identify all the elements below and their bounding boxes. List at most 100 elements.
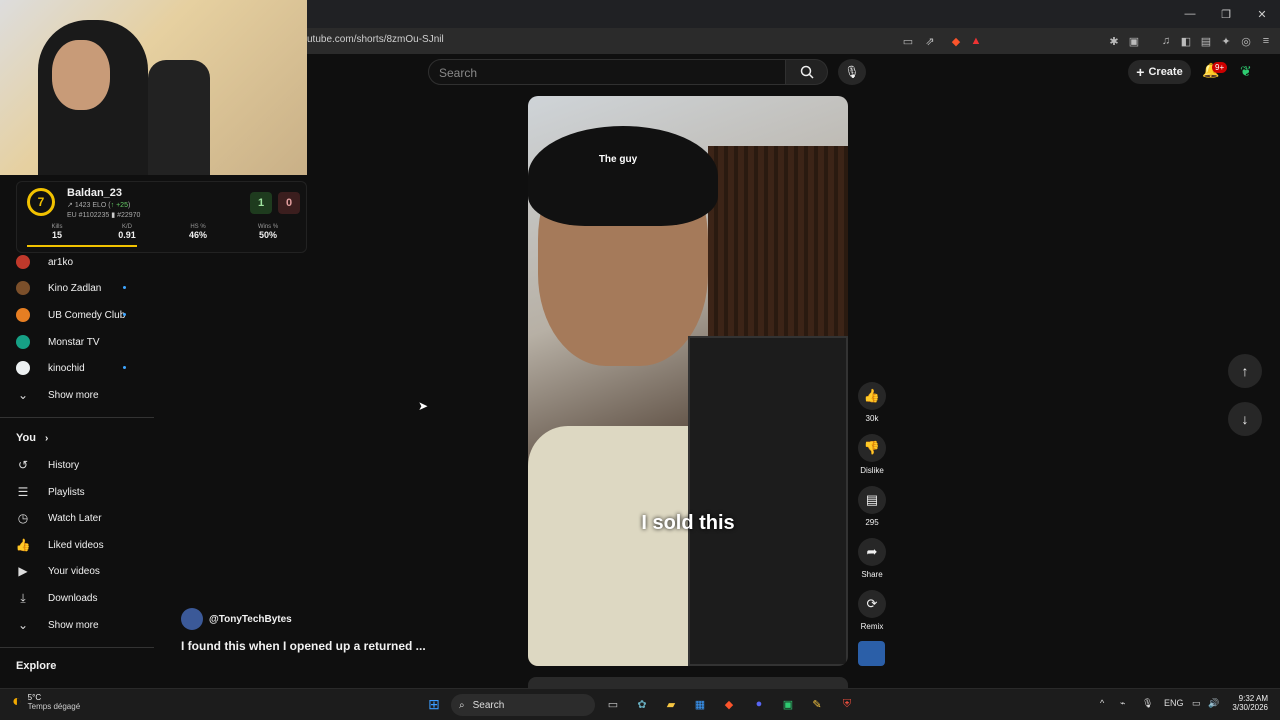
like-action[interactable]: 👍 30k (858, 382, 886, 423)
arrow-down-icon: ↓ (1241, 411, 1249, 427)
discord-icon[interactable]: ● (750, 695, 768, 713)
show-more-subscriptions[interactable]: ⌄ Show more (16, 385, 146, 405)
sidebar-item-label: Playlists (48, 486, 85, 498)
clock-date: 3/30/2026 (1232, 703, 1268, 712)
dislike-action[interactable]: 👎 Dislike (858, 434, 886, 475)
progress-underline (27, 245, 137, 247)
windows-taskbar: ◐ 5°C Temps dégagé ⊞ ⌕ Search ▭ ✿ ▰ ▦ ◆ … (0, 688, 1280, 720)
sidebar-toggle-icon[interactable]: ◧ (1178, 33, 1194, 49)
security-app-icon[interactable]: ⛨ (838, 695, 856, 713)
rewards-icon[interactable]: ▲ (968, 33, 984, 49)
mic-tray-icon[interactable]: 🎙 (1142, 698, 1153, 709)
stat-kills: Kills 15 (32, 224, 82, 240)
network-icon[interactable]: ⌁ (1120, 698, 1125, 709)
share-action[interactable]: ➦ Share (858, 538, 886, 579)
weather-widget[interactable]: ◐ 5°C Temps dégagé (12, 693, 80, 711)
close-icon[interactable]: ✕ (1244, 0, 1280, 28)
sidebar-subscription-ub-comedy-club[interactable]: UB Comedy Club (16, 305, 146, 325)
language-indicator[interactable]: ENG (1164, 698, 1184, 708)
vpn-icon[interactable]: ◎ (1238, 33, 1254, 49)
shorts-video-player[interactable]: The guy I sold this (528, 96, 848, 666)
brave-browser-icon[interactable]: ◆ (720, 695, 738, 713)
channel-link[interactable]: @TonyTechBytes (181, 608, 292, 630)
store-icon[interactable]: ▦ (691, 695, 709, 713)
explore-section-header: Explore (16, 660, 57, 672)
region-rank: EU #1102235 (67, 212, 110, 219)
wallet-icon[interactable]: ▤ (1198, 33, 1214, 49)
media-icon[interactable]: ♫ (1158, 33, 1174, 49)
stat-kd: K/D 0.91 (102, 224, 152, 240)
faceit-stats-overlay: 7 Baldan_23 ↗ 1423 ELO (↑ +25) EU #11022… (16, 181, 307, 253)
comment-count: 295 (865, 518, 879, 527)
search-input[interactable]: Search (428, 59, 786, 85)
share-page-icon[interactable]: ⇗ (922, 33, 938, 49)
elo-change: +25 (116, 202, 128, 209)
voice-search-button[interactable]: 🎙 (838, 59, 866, 85)
webcam-overlay (0, 0, 307, 175)
tray-chevron-up-icon[interactable]: ^ (1100, 698, 1104, 708)
motherboard (688, 336, 848, 666)
like-count: 30k (865, 414, 879, 423)
search-button[interactable] (786, 59, 828, 85)
share-icon[interactable]: ➦ (858, 538, 886, 566)
sidebar-subscription-monstar-tv[interactable]: Monstar TV (16, 332, 146, 352)
menu-icon[interactable]: ≡ (1258, 33, 1274, 49)
moon-weather-icon: ◐ (12, 693, 22, 710)
sidebar-subscription-kino-zadlan[interactable]: Kino Zadlan (16, 278, 146, 298)
remix-action[interactable]: ⟳ Remix (858, 590, 886, 631)
app-icon[interactable]: ▣ (779, 695, 797, 713)
country-rank: #22970 (117, 212, 141, 219)
minimize-icon[interactable]: — (1172, 0, 1208, 28)
stat-value: 50% (258, 230, 277, 240)
channel-name: @TonyTechBytes (209, 613, 292, 625)
subscription-label: ar1ko (48, 256, 74, 268)
system-clock[interactable]: 9:32 AM 3/30/2026 (1228, 694, 1268, 712)
sidebar-item-downloads[interactable]: ⤓ Downloads (16, 588, 146, 608)
sidebar-item-playlists[interactable]: ☰ Playlists (16, 482, 146, 502)
previous-short-button[interactable]: ↑ (1228, 354, 1262, 388)
notes-app-icon[interactable]: ✎ (808, 695, 826, 713)
comments-action[interactable]: ▤ 295 (858, 486, 886, 527)
up-arrow-icon: ↑ (110, 202, 115, 209)
file-explorer-icon[interactable]: ▰ (662, 695, 680, 713)
you-section-header[interactable]: You › (16, 432, 48, 444)
microphone-icon: 🎙 (844, 65, 860, 79)
share-label: Share (861, 570, 883, 579)
extensions-icon[interactable]: ✱ (1106, 33, 1122, 49)
sidebar-item-your-videos[interactable]: ▶ Your videos (16, 561, 146, 581)
elo-value: 1423 ELO (74, 202, 107, 209)
chevron-right-icon: › (45, 433, 49, 444)
task-view-icon[interactable]: ▭ (604, 695, 622, 713)
plus-icon: + (1136, 64, 1145, 80)
sidebar-item-watch-later[interactable]: ◷ Watch Later (16, 508, 146, 528)
show-more-you[interactable]: ⌄ Show more (16, 615, 146, 635)
next-short-button[interactable]: ↓ (1228, 402, 1262, 436)
create-button[interactable]: + Create (1128, 60, 1191, 84)
stat-value: 46% (188, 230, 207, 240)
level-badge: 7 (27, 188, 55, 216)
sidebar-item-history[interactable]: ↺ History (16, 455, 146, 475)
thumbs-down-icon[interactable]: 👎 (858, 434, 886, 462)
sidebar-divider (0, 417, 154, 418)
sound-thumbnail[interactable] (858, 641, 885, 666)
account-avatar-icon[interactable]: ❦ (1240, 63, 1258, 81)
tab-search-icon[interactable]: ▣ (1126, 33, 1142, 49)
taskbar-search[interactable]: ⌕ Search (451, 694, 595, 716)
volume-icon[interactable]: 🔊 (1208, 698, 1219, 709)
windows-start-icon[interactable]: ⊞ (425, 695, 443, 713)
brave-shield-icon[interactable]: ◆ (948, 33, 964, 49)
url-text[interactable]: utube.com/shorts/8zmOu-SJnil (307, 34, 444, 45)
copilot-icon[interactable]: ✿ (633, 695, 651, 713)
video-title[interactable]: I found this when I opened up a returned… (181, 639, 426, 653)
wifi-icon[interactable]: ▭ (1192, 698, 1201, 709)
sidebar-subscription-kinochid[interactable]: kinochid (16, 358, 146, 378)
cast-icon[interactable]: ▭ (900, 33, 916, 49)
stat-hs: HS % 46% (173, 224, 223, 240)
thumbs-up-icon[interactable]: 👍 (858, 382, 886, 410)
remix-icon[interactable]: ⟳ (858, 590, 886, 618)
sidebar-item-liked-videos[interactable]: 👍 Liked videos (16, 535, 146, 555)
restore-icon[interactable]: ❐ (1208, 0, 1244, 28)
sidebar-subscription-ar1ko[interactable]: ar1ko (16, 252, 146, 272)
leo-ai-icon[interactable]: ✦ (1218, 33, 1234, 49)
comment-icon[interactable]: ▤ (858, 486, 886, 514)
